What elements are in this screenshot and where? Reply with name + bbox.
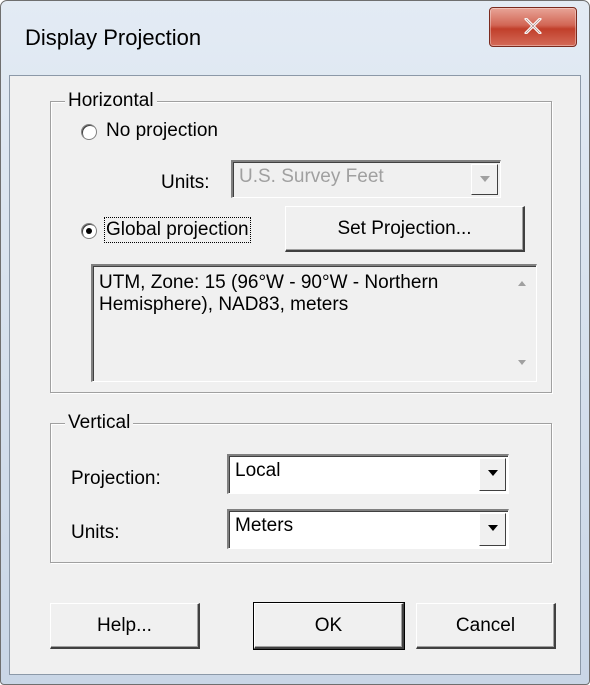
close-button[interactable]	[489, 7, 577, 47]
vertical-units-value: Meters	[235, 515, 294, 536]
horizontal-group-label: Horizontal	[65, 90, 157, 112]
scrollbar-arrows	[518, 281, 526, 365]
vertical-projection-dropdown-arrow[interactable]	[479, 458, 506, 491]
set-projection-button[interactable]: Set Projection...	[285, 206, 525, 252]
horizontal-group: Horizontal No projection Units: U.S. Sur…	[50, 90, 552, 393]
vertical-units-dropdown[interactable]: Meters	[227, 509, 509, 549]
vertical-projection-dropdown[interactable]: Local	[227, 454, 509, 494]
projection-description-text: UTM, Zone: 15 (96°W - 90°W - Northern He…	[99, 272, 439, 315]
projection-description-scrollbar[interactable]	[509, 267, 535, 380]
cancel-button[interactable]: Cancel	[416, 603, 556, 649]
chevron-down-icon	[480, 176, 490, 182]
dialog-title: Display Projection	[25, 25, 202, 50]
dialog-window: Display Projection Horizontal No project…	[0, 0, 590, 685]
projection-description-box: UTM, Zone: 15 (96°W - 90°W - Northern He…	[91, 264, 537, 382]
radio-selected-dot	[86, 228, 92, 234]
vertical-projection-value: Local	[235, 460, 281, 481]
no-projection-radio[interactable]	[81, 124, 97, 140]
scroll-down-icon	[518, 360, 526, 365]
scroll-up-icon	[518, 281, 526, 286]
vertical-group: Vertical Projection: Local Units: Meters	[50, 412, 552, 563]
vertical-projection-label: Projection:	[71, 468, 161, 489]
help-button[interactable]: Help...	[50, 603, 200, 649]
close-icon	[524, 18, 542, 34]
global-projection-radio[interactable]	[81, 223, 97, 239]
no-projection-label[interactable]: No projection	[106, 120, 218, 142]
title-bar[interactable]: Display Projection	[1, 1, 589, 75]
vertical-units-label: Units:	[71, 522, 120, 543]
horizontal-units-value: U.S. Survey Feet	[239, 166, 384, 187]
horizontal-units-dropdown[interactable]: U.S. Survey Feet	[231, 160, 501, 198]
ok-button[interactable]: OK	[253, 602, 405, 650]
horizontal-units-label: Units:	[161, 172, 210, 193]
chevron-down-icon	[488, 525, 498, 531]
chevron-down-icon	[488, 470, 498, 476]
vertical-group-label: Vertical	[65, 412, 134, 434]
global-projection-label[interactable]: Global projection	[104, 217, 251, 243]
dialog-body: Horizontal No projection Units: U.S. Sur…	[9, 75, 581, 675]
horizontal-units-dropdown-arrow[interactable]	[471, 164, 498, 195]
vertical-units-dropdown-arrow[interactable]	[479, 513, 506, 546]
